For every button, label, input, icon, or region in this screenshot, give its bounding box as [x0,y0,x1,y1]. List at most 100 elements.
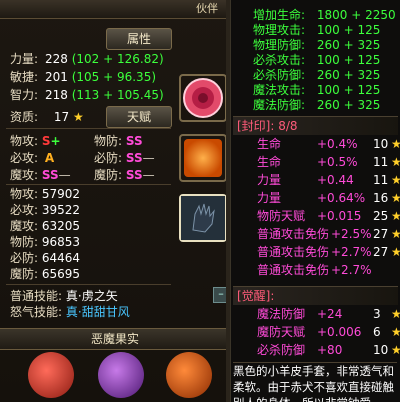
grade-value: SS [125,134,143,148]
game-screen: 伙伴 属性 力量: 228 (102 + 126.82) 敏捷: 201 (10… [0,0,400,402]
awaken-row: 魔法防御 +24 3 ★ [231,307,400,322]
awaken-header-text: [觉醒]: [237,289,275,303]
seal-value: +2.7% [331,245,372,259]
awaken-level: 3 [373,307,381,321]
combat-value: 63205 [41,219,81,233]
seal-value: +0.64% [317,191,366,205]
orange-orb-icon [184,139,222,177]
character-panel: 伙伴 属性 力量: 228 (102 + 126.82) 敏捷: 201 (10… [0,0,230,402]
seal-level: 11 [373,155,389,169]
tooltip-stat-value: 260 + 325 [316,98,381,112]
tooltip-stat-row: 物理防御: 260 + 325 [231,38,400,53]
seal-label: 生命 [257,137,282,151]
grade-mag-def: 魔防: SS— [94,167,155,183]
tab-talent[interactable]: 天赋 [106,106,172,128]
seal-value: +0.015 [317,209,362,223]
awaken-label: 必杀防御 [257,343,306,357]
grade-value: A [44,151,55,165]
stat-value: 201 [44,70,68,84]
equipment-slot-rose[interactable] [179,74,227,122]
seal-label: 普通攻击免伤 [257,227,330,241]
combat-value: 65695 [41,267,81,281]
seal-level: 10 [373,137,389,151]
grade-value: SS [125,168,143,182]
tooltip-stat-value: 100 + 125 [316,23,381,37]
grade-phys-def: 物防: SS [94,133,143,149]
rage-skill-row: 怒气技能: 真·甜甜甘风 [10,304,130,320]
star-icon: ★ [391,191,400,205]
stat-label: 敏捷: [10,70,39,84]
star-icon: ★ [391,343,400,357]
seal-label: 生命 [257,155,282,169]
grade-label: 必防: [94,151,123,165]
seal-value: +2.7% [331,263,372,277]
rage-skill-value[interactable]: 真·甜甜甘风 [66,305,130,319]
combat-stat-row: 魔防: 65695 [10,266,80,282]
grade-mod: — [58,168,71,182]
combat-label: 魔攻: [10,219,39,233]
combat-label: 物防: [10,235,39,249]
combat-stat-row: 魔攻: 63205 [10,218,80,234]
tooltip-stat-value: 1800 + 2250 [316,8,396,22]
tooltip-stat-value: 100 + 125 [316,53,381,67]
seal-row: 力量 +0.64% 16 ★ [231,191,400,206]
equipment-slot-glove[interactable] [179,194,227,242]
tooltip-stat-row: 魔法攻击: 100 + 125 [231,83,400,98]
equipment-slot-orb[interactable] [179,134,227,182]
stat-bonus: (105 + 96.35) [71,70,157,84]
awaken-value: +24 [317,307,343,321]
star-icon: ★ [391,227,400,241]
stat-bonus: (102 + 126.82) [71,52,164,66]
seal-level: 27 [373,227,389,241]
combat-value: 57902 [41,187,81,201]
combat-label: 必攻: [10,203,39,217]
awaken-label: 魔法防御 [257,307,306,321]
tab-attributes[interactable]: 属性 [106,28,172,50]
grade-value: SS [41,168,59,182]
divider [6,284,171,285]
tooltip-stat-label: 物理攻击: [253,23,306,37]
combat-stat-row: 物攻: 57902 [10,186,80,202]
combat-stat-row: 物防: 96853 [10,234,80,250]
seal-level: 11 [373,173,389,187]
grade-label: 物防: [94,134,123,148]
seal-label: 普通攻击免伤 [257,245,330,259]
devil-fruit-header: 恶魔果实 [0,328,230,350]
star-icon: ★ [391,209,400,223]
grade-phys-atk: 物攻: S+ [10,133,61,149]
tooltip-stat-label: 必杀防御: [253,68,306,82]
seal-row: 普通攻击免伤 +2.5% 27 ★ [231,227,400,242]
stat-value: 218 [44,88,68,102]
devil-fruit-purple-icon[interactable] [98,352,144,398]
skill-label: 普通技能: [10,289,63,303]
devil-fruit-orange-icon[interactable] [166,352,212,398]
tooltip-stat-label: 增加生命: [253,8,306,22]
seal-label: 普通攻击免伤 [257,263,330,277]
grade-mod: — [142,151,155,165]
combat-label: 必防: [10,251,39,265]
star-icon: ★ [72,110,84,124]
awaken-value: +80 [317,343,343,357]
star-icon: ★ [391,137,400,151]
devil-fruit-red-icon[interactable] [28,352,74,398]
aptitude-row: 资质: 17 ★ [10,109,84,125]
combat-label: 魔防: [10,267,39,281]
stat-label: 智力: [10,88,39,102]
normal-skill-row: 普通技能: 真·虏之矢 [10,288,118,304]
star-icon: ★ [391,155,400,169]
grade-label: 物攻: [10,134,39,148]
divider [6,128,171,129]
stat-strength: 力量: 228 (102 + 126.82) [10,51,164,67]
seal-row: 生命 +0.5% 11 ★ [231,155,400,170]
seal-row: 物防天赋 +0.015 25 ★ [231,209,400,224]
awaken-row: 必杀防御 +80 10 ★ [231,343,400,358]
awaken-level: 10 [373,343,389,357]
tooltip-stat-label: 物理防御: [253,38,306,52]
devil-fruit-title: 恶魔果实 [90,332,139,346]
star-icon: ★ [391,325,400,339]
combat-value: 96853 [41,235,81,249]
seal-label: 力量 [257,173,282,187]
combat-stat-row: 必防: 64464 [10,250,80,266]
normal-skill-value[interactable]: 真·虏之矢 [66,289,118,303]
seal-value: +0.44 [317,173,354,187]
